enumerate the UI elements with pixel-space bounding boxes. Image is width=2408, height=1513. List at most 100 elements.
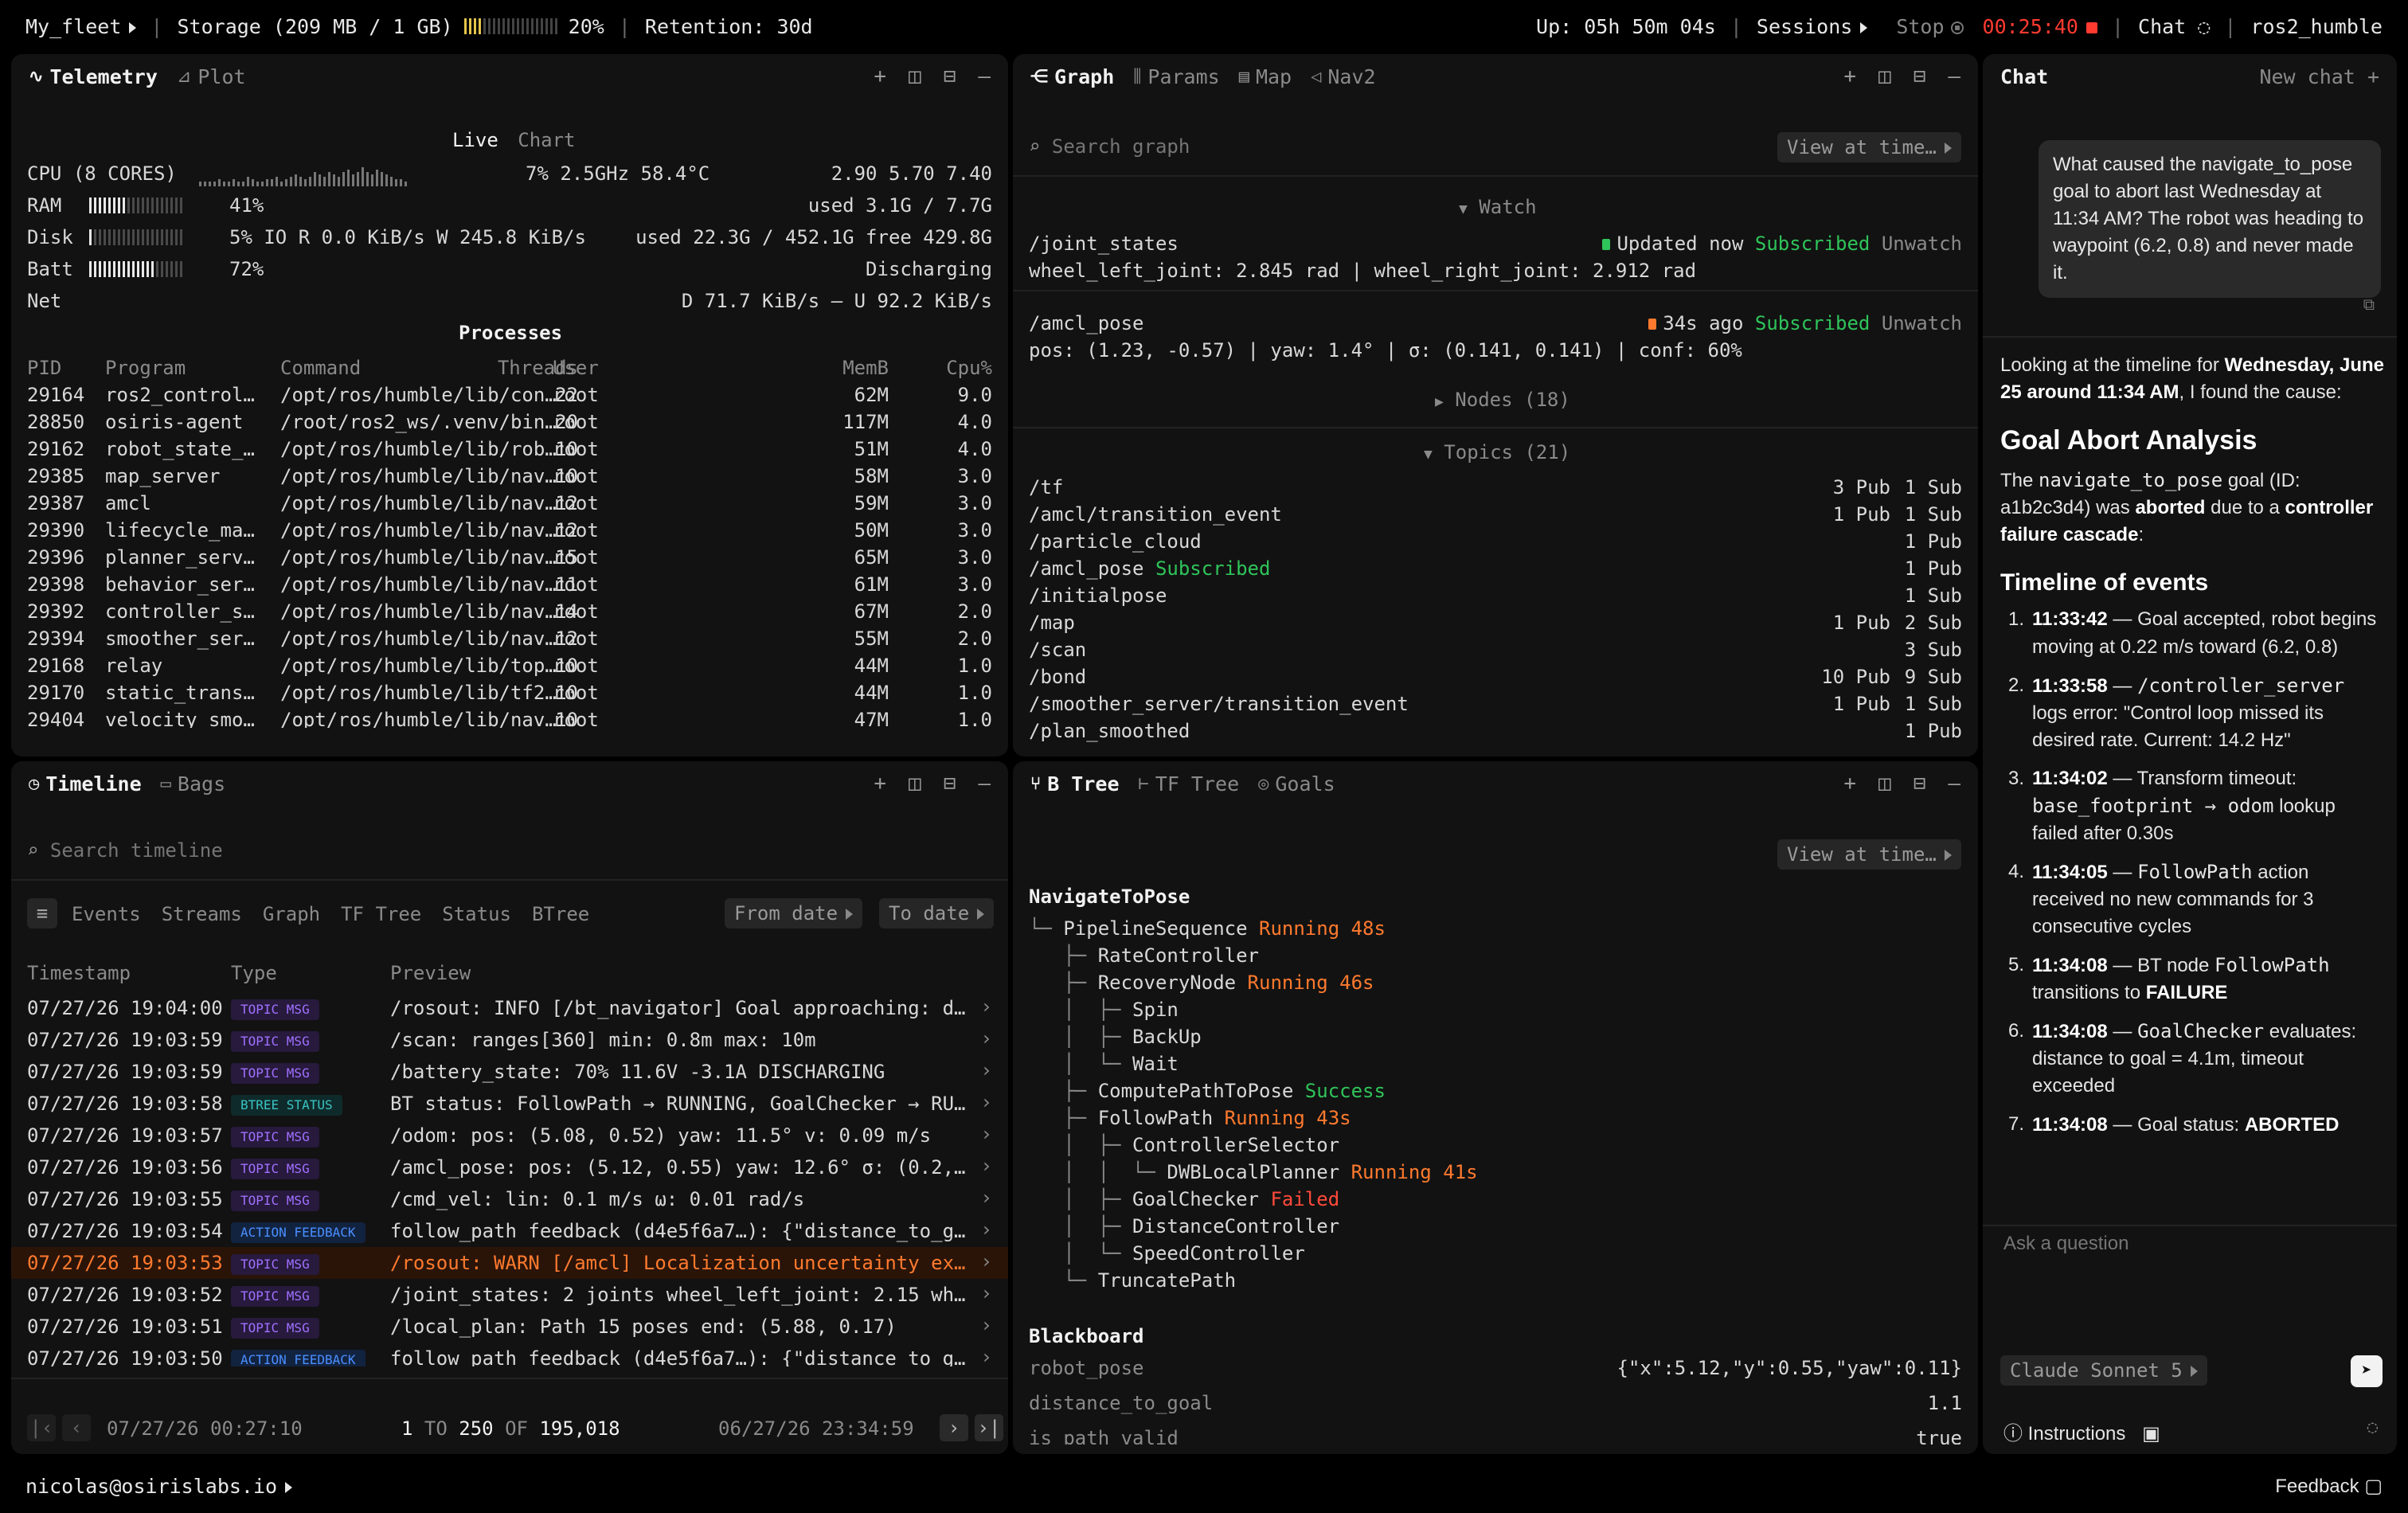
new-chat-button[interactable]: New chat + xyxy=(2259,65,2379,88)
chat-input-area[interactable] xyxy=(2003,1233,2370,1255)
sessions-button[interactable]: Sessions xyxy=(1757,15,1868,38)
split-horizontal-icon[interactable]: ⊟ xyxy=(1914,772,1926,796)
timeline-row[interactable]: 07/27/26 19:04:00 TOPIC MSG/rosout: INFO … xyxy=(11,992,1008,1024)
topic-row[interactable]: /tf 3 Pub 1 Sub xyxy=(1013,476,1978,503)
feedback-button[interactable]: Feedback ▢ xyxy=(2275,1475,2383,1498)
process-row[interactable]: 29390 lifecycle_ma… /opt/ros/humble/lib/na… xyxy=(27,519,992,543)
copy-icon[interactable]: ⧉ xyxy=(2363,295,2375,314)
instructions-button[interactable]: ⓘ Instructions ▣ xyxy=(2003,1417,2160,1445)
timeline-filter-events[interactable]: Events xyxy=(72,903,141,925)
btree-node[interactable]: │ ├─ GoalChecker Failed xyxy=(1029,1188,1339,1210)
timeline-filter-streams[interactable]: Streams xyxy=(162,903,242,925)
minimize-icon[interactable]: — xyxy=(1948,772,1960,796)
graph-search[interactable]: ⌕ xyxy=(1029,135,1450,158)
topic-row[interactable]: /plan_smoothed 1 Pub xyxy=(1013,720,1978,747)
tab-goals[interactable]: ◎ Goals xyxy=(1258,772,1335,796)
add-icon[interactable]: + xyxy=(874,772,886,796)
nodes-toggle[interactable]: ▶ Nodes (18) xyxy=(1435,389,1570,411)
timeline-row[interactable]: 07/27/26 19:03:57 TOPIC MSG/odom: pos: (5… xyxy=(11,1120,1008,1151)
split-vertical-icon[interactable]: ◫ xyxy=(1878,772,1891,796)
process-row[interactable]: 29168 relay/opt/ros/humble/lib/top… 10 root… xyxy=(27,655,992,678)
process-row[interactable]: 29396 planner_serv… /opt/ros/humble/lib/na… xyxy=(27,546,992,570)
btree-node[interactable]: │ ├─ DistanceController xyxy=(1029,1215,1351,1237)
process-row[interactable]: 29387 amcl/opt/ros/humble/lib/nav… 12 root 5… xyxy=(27,492,992,516)
from-date-button[interactable]: From date xyxy=(725,898,863,929)
next-page-icon[interactable]: › xyxy=(940,1414,968,1441)
minimize-icon[interactable]: — xyxy=(978,65,991,88)
tab-timeline[interactable]: ◷ Timeline xyxy=(29,772,142,796)
split-vertical-icon[interactable]: ◫ xyxy=(909,65,921,88)
process-row[interactable]: 29164 ros2_control… /opt/ros/humble/lib/co… xyxy=(27,384,992,408)
process-row[interactable]: 29392 controller_s… /opt/ros/humble/lib/na… xyxy=(27,600,992,624)
minimize-icon[interactable]: — xyxy=(978,772,991,796)
timeline-row[interactable]: 07/27/26 19:03:51 TOPIC MSG/local_plan: P… xyxy=(11,1311,1008,1343)
split-vertical-icon[interactable]: ◫ xyxy=(1878,65,1891,88)
timeline-row[interactable]: 07/27/26 19:03:59 TOPIC MSG/scan: ranges[… xyxy=(11,1024,1008,1056)
tab-map[interactable]: ▤ Map xyxy=(1239,65,1292,88)
btree-node[interactable]: │ ├─ BackUp xyxy=(1029,1026,1213,1048)
user-account[interactable]: nicolas@osirislabs.io xyxy=(25,1475,293,1498)
btree-view-at-time-button[interactable]: View at time… xyxy=(1777,839,1961,870)
btree-node[interactable]: │ ├─ Spin xyxy=(1029,999,1190,1021)
model-selector[interactable]: Claude Sonnet 5 xyxy=(2000,1355,2207,1386)
send-icon[interactable]: ➤ xyxy=(2351,1355,2383,1387)
process-row[interactable]: 29162 robot_state_… /opt/ros/humble/lib/ro… xyxy=(27,438,992,462)
btree-node[interactable]: │ ├─ ControllerSelector xyxy=(1029,1134,1351,1156)
process-row[interactable]: 29398 behavior_ser… /opt/ros/humble/lib/na… xyxy=(27,573,992,597)
tab-bags[interactable]: ▭ Bags xyxy=(161,772,225,796)
btree-node[interactable]: ├─ RecoveryNode Running 46s xyxy=(1029,972,1374,994)
process-row[interactable]: 29385 map_server/opt/ros/humble/lib/nav… 1… xyxy=(27,465,992,489)
split-horizontal-icon[interactable]: ⊟ xyxy=(1914,65,1926,88)
add-icon[interactable]: + xyxy=(1843,65,1856,88)
chat-input[interactable] xyxy=(2003,1233,2370,1255)
unwatch-button[interactable]: Unwatch xyxy=(1882,312,1962,334)
timeline-search-input[interactable] xyxy=(49,839,448,862)
topic-row[interactable]: /scan 3 Sub xyxy=(1013,639,1978,666)
tab-tf-tree[interactable]: ⊢ TF Tree xyxy=(1139,772,1240,796)
first-page-icon[interactable]: |‹ xyxy=(27,1414,56,1441)
timeline-row[interactable]: 07/27/26 19:03:54 ACTION FEEDBACK follow_p… xyxy=(11,1215,1008,1247)
split-horizontal-icon[interactable]: ⊟ xyxy=(944,65,956,88)
timeline-filter-tf-tree[interactable]: TF Tree xyxy=(341,903,421,925)
graph-search-input[interactable] xyxy=(1051,135,1450,158)
split-horizontal-icon[interactable]: ⊟ xyxy=(944,772,956,796)
watch-toggle[interactable]: ▼ Watch xyxy=(1459,196,1537,218)
topic-row[interactable]: /bond 10 Pub 9 Sub xyxy=(1013,666,1978,693)
timeline-filter-graph[interactable]: Graph xyxy=(263,903,320,925)
tab-graph[interactable]: ⋲ Graph xyxy=(1030,65,1114,88)
topic-row[interactable]: /map 1 Pub 2 Sub xyxy=(1013,612,1978,639)
minimize-icon[interactable]: — xyxy=(1948,65,1960,88)
timeline-row[interactable]: 07/27/26 19:03:50 ACTION FEEDBACK follow_p… xyxy=(11,1343,1008,1366)
btree-node[interactable]: │ └─ SpeedController xyxy=(1029,1242,1316,1265)
split-vertical-icon[interactable]: ◫ xyxy=(909,772,921,796)
tab-params[interactable]: ⫼ Params xyxy=(1133,65,1219,88)
btree-node[interactable]: ├─ RateController xyxy=(1029,944,1270,967)
robot-selector[interactable]: ros2_humble xyxy=(2250,15,2383,38)
timeline-filter-btree[interactable]: BTree xyxy=(532,903,589,925)
timeline-row[interactable]: 07/27/26 19:03:59 TOPIC MSG/battery_state… xyxy=(11,1056,1008,1088)
topic-row[interactable]: /smoother_server/transition_event 1 Pub 1… xyxy=(1013,693,1978,720)
btree-node[interactable]: └─ TruncatePath xyxy=(1029,1269,1248,1292)
stop-button[interactable]: Stop xyxy=(1896,15,1964,38)
timeline-row[interactable]: 07/27/26 19:03:56 TOPIC MSG/amcl_pose: po… xyxy=(11,1151,1008,1183)
filter-settings-icon[interactable]: ≡ xyxy=(27,898,57,929)
tab-telemetry[interactable]: ∿ Telemetry xyxy=(29,65,158,88)
view-chart-tab[interactable]: Chart xyxy=(518,129,575,151)
btree-node[interactable]: │ │ └─ DWBLocalPlanner Running 41s xyxy=(1029,1161,1477,1183)
graph-view-at-time-button[interactable]: View at time… xyxy=(1777,132,1961,162)
btree-node[interactable]: ├─ ComputePathToPose Success xyxy=(1029,1080,1386,1102)
topic-row[interactable]: /amcl_pose Subscribed 1 Pub xyxy=(1013,557,1978,584)
tab-nav2[interactable]: ◁ Nav2 xyxy=(1311,65,1375,88)
timeline-row[interactable]: 07/27/26 19:03:55 TOPIC MSG/cmd_vel: lin:… xyxy=(11,1183,1008,1215)
timeline-filter-status[interactable]: Status xyxy=(442,903,511,925)
tab-btree[interactable]: ⑂ B Tree xyxy=(1030,772,1120,796)
process-row[interactable]: 28850 osiris-agent/root/ros2_ws/.venv/bin… xyxy=(27,411,992,435)
topics-toggle[interactable]: ▼ Topics (21) xyxy=(1424,441,1570,463)
process-row[interactable]: 29404 velocity_smo… /opt/ros/humble/lib/na… xyxy=(27,709,992,728)
btree-node[interactable]: │ └─ Wait xyxy=(1029,1053,1190,1075)
timeline-row[interactable]: 07/27/26 19:03:52 TOPIC MSG/joint_states:… xyxy=(11,1279,1008,1311)
tab-plot[interactable]: ⊿ Plot xyxy=(177,65,246,88)
process-row[interactable]: 29394 smoother_ser… /opt/ros/humble/lib/na… xyxy=(27,627,992,651)
timeline-row[interactable]: 07/27/26 19:03:53 TOPIC MSG/rosout: WARN … xyxy=(11,1247,1008,1279)
to-date-button[interactable]: To date xyxy=(879,898,995,929)
